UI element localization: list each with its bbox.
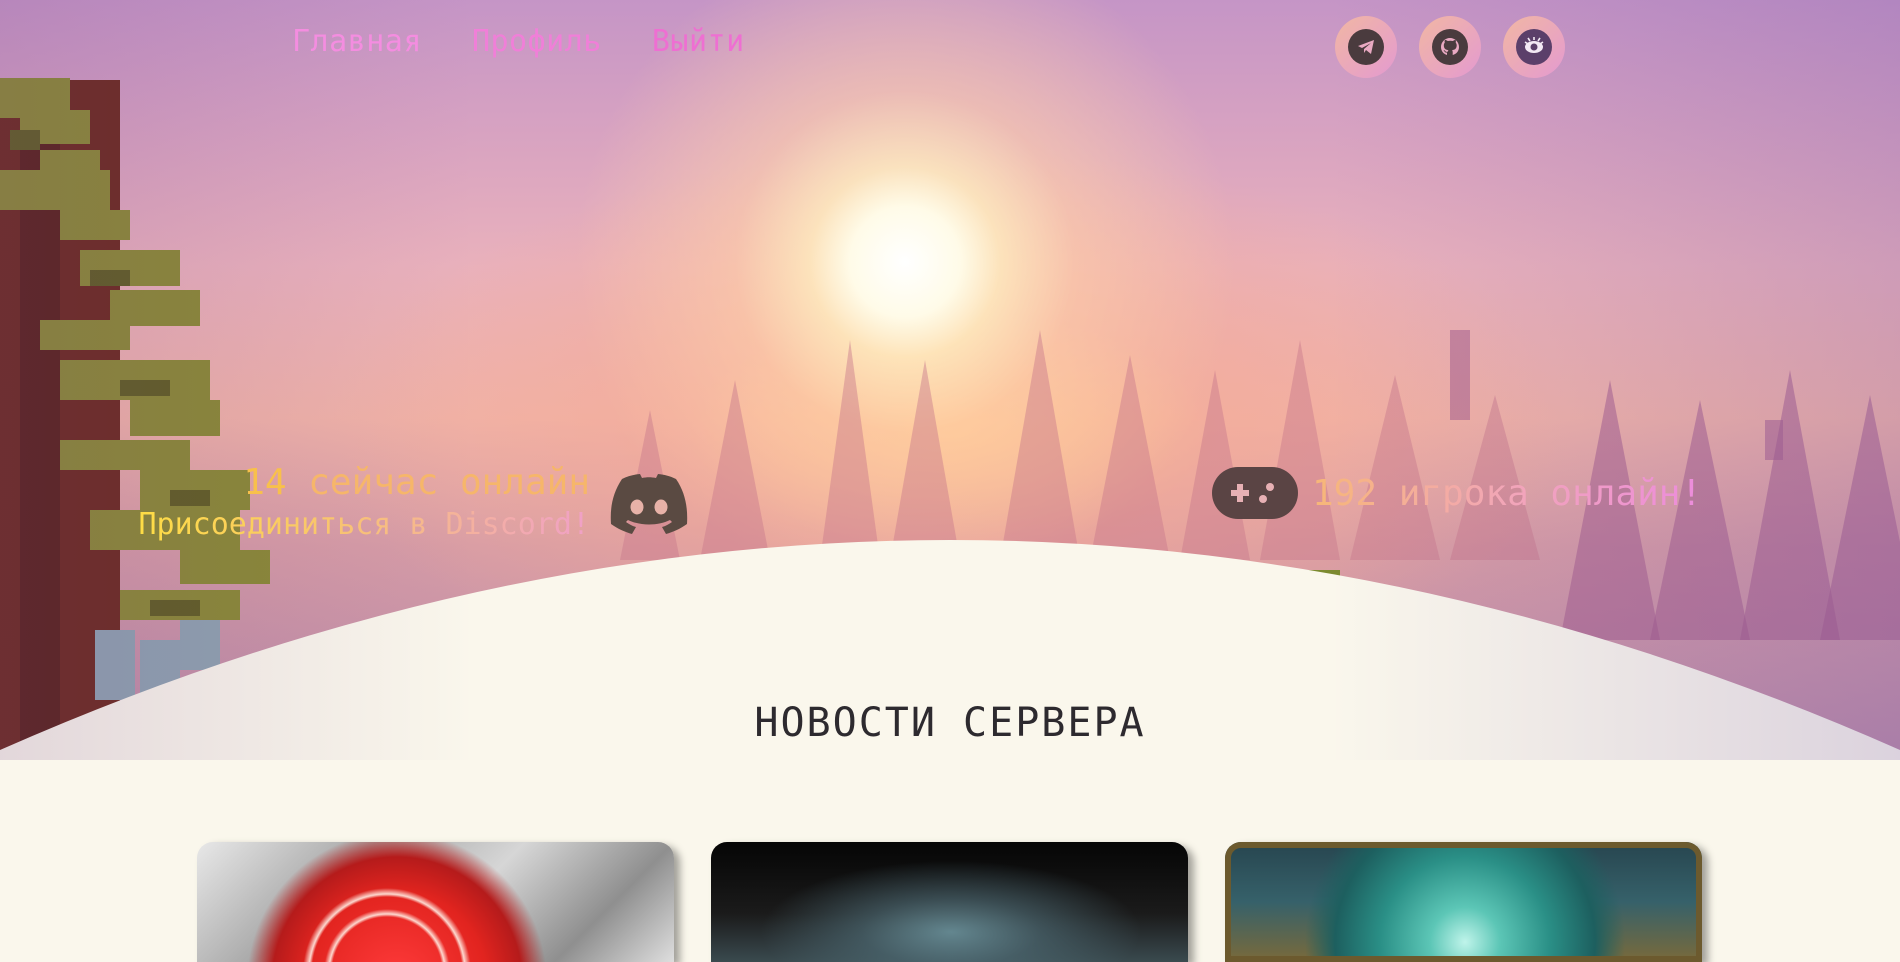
news-card-3[interactable] — [1225, 842, 1702, 962]
news-card-3-image — [1225, 842, 1702, 962]
telegram-icon — [1348, 29, 1384, 65]
main-nav: Главная Профиль Выйти — [292, 24, 745, 59]
players-online: 192 игрока онлайн! — [1212, 467, 1702, 519]
telegram-button[interactable] — [1335, 16, 1397, 78]
discord-icon[interactable] — [610, 474, 688, 538]
nav-link-profile[interactable]: Профиль — [472, 24, 602, 59]
social-links — [1335, 16, 1565, 78]
discord-status: 14 сейчас онлайн Присоединиться в Discor… — [100, 462, 590, 542]
discord-online-number: 14 — [243, 462, 287, 503]
eye-logo-icon — [1516, 29, 1552, 65]
news-card-1-image — [197, 842, 674, 962]
github-button[interactable] — [1419, 16, 1481, 78]
news-card-2-image — [711, 842, 1188, 962]
discord-online-count: 14 сейчас онлайн — [100, 462, 590, 503]
news-cards — [197, 842, 1702, 962]
nav-link-home[interactable]: Главная — [292, 24, 422, 59]
discord-join-link[interactable]: Присоединиться в Discord! — [100, 507, 590, 542]
hero-banner — [0, 0, 1900, 760]
news-section-title: НОВОСТИ СЕРВЕРА — [754, 700, 1146, 746]
nav-link-logout[interactable]: Выйти — [652, 24, 745, 59]
hero-curve-divider — [0, 540, 1900, 760]
gamepad-icon — [1212, 467, 1298, 519]
players-online-text: 192 игрока онлайн! — [1312, 472, 1703, 514]
site-logo-button[interactable] — [1503, 16, 1565, 78]
news-card-1[interactable] — [197, 842, 674, 962]
github-icon — [1432, 29, 1468, 65]
discord-online-label: сейчас онлайн — [286, 462, 590, 503]
news-card-2[interactable] — [711, 842, 1188, 962]
